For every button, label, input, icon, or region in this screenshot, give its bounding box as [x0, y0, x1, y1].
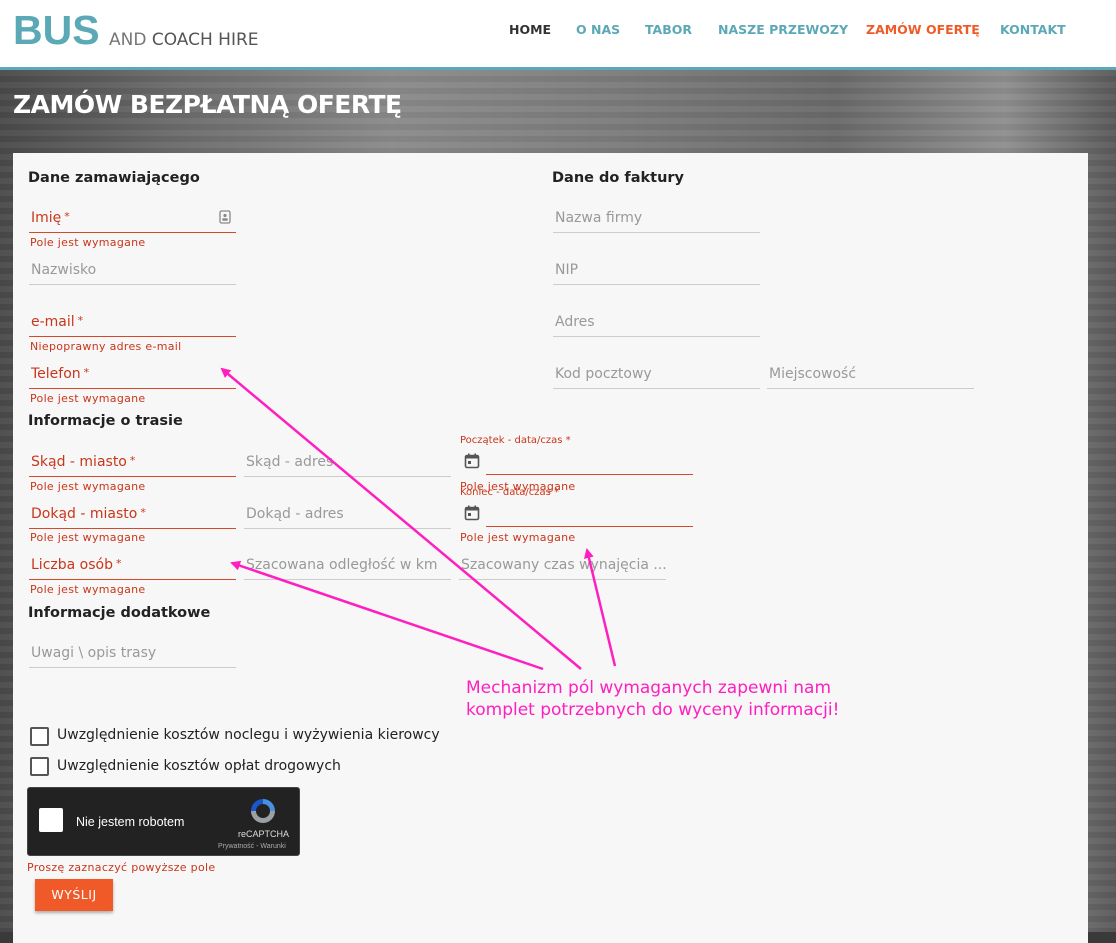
company-label: Nazwa firmy — [555, 210, 643, 226]
city-field[interactable]: Miejscowość — [767, 360, 974, 389]
logo-and: AND — [109, 30, 147, 50]
first-name-field[interactable]: Imię * — [29, 204, 236, 233]
start-date-label-text: Początek - data/czas — [460, 435, 563, 446]
required-star: * — [77, 314, 84, 327]
from-city-label-text: Skąd - miasto — [31, 454, 127, 470]
people-count-label: Liczba osób * — [31, 557, 121, 573]
to-city-field[interactable]: Dokąd - miasto * — [29, 500, 236, 529]
to-city-label-text: Dokąd - miasto — [31, 506, 138, 522]
postal-code-field[interactable]: Kod pocztowy — [553, 360, 760, 389]
first-name-error: Pole jest wymagane — [30, 236, 146, 249]
page-title: ZAMÓW BEZPŁATNĄ OFERTĘ — [13, 90, 402, 119]
required-star: * — [140, 506, 146, 519]
required-star: * — [64, 210, 70, 223]
to-address-label: Dokąd - adres — [246, 506, 344, 522]
address-field[interactable]: Adres — [553, 308, 760, 337]
email-label: e-mail * — [31, 314, 83, 330]
required-star: * — [129, 454, 136, 467]
required-star: * — [554, 487, 560, 498]
notes-label: Uwagi \ opis trasy — [31, 645, 157, 661]
recaptcha-links[interactable]: Prywatność - Warunki — [218, 843, 286, 850]
from-city-error: Pole jest wymagane — [30, 480, 146, 493]
duration-field[interactable]: Szacowany czas wynajęcia ... — [459, 551, 667, 580]
email-error: Niepoprawny adres e-mail — [30, 340, 182, 353]
tolls-checkbox[interactable] — [30, 757, 49, 776]
email-label-text: e-mail — [31, 314, 75, 330]
lodging-checkbox-label[interactable]: Uwzględnienie kosztów noclegu i wyżywien… — [57, 727, 440, 743]
end-datetime-error: Pole jest wymagane — [460, 531, 576, 544]
first-name-label-text: Imię — [31, 210, 62, 226]
end-date-label: Koniec - data/czas * — [460, 487, 559, 498]
duration-label: Szacowany czas wynajęcia ... — [461, 557, 667, 573]
postal-code-label: Kod pocztowy — [555, 366, 652, 382]
recaptcha-logo-icon — [251, 799, 275, 823]
annotation-text: Mechanizm pól wymaganych zapewni nam kom… — [466, 677, 839, 721]
recaptcha-widget: Nie jestem robotem reCAPTCHA Prywatność … — [27, 787, 300, 856]
distance-field[interactable]: Szacowana odległość w km — [244, 551, 451, 580]
from-address-field[interactable]: Skąd - adres — [244, 448, 451, 477]
company-field[interactable]: Nazwa firmy — [553, 204, 760, 233]
phone-label-text: Telefon — [31, 366, 81, 382]
to-city-label: Dokąd - miasto * — [31, 506, 146, 522]
nip-label: NIP — [555, 262, 579, 278]
people-count-label-text: Liczba osób — [31, 557, 113, 573]
nav-nasze-przewozy[interactable]: NASZE PRZEWOZY — [718, 22, 848, 37]
last-name-label: Nazwisko — [31, 262, 97, 278]
tolls-checkbox-label[interactable]: Uwzględnienie kosztów opłat drogowych — [57, 758, 341, 774]
header-bar: BUS AND COACH HIRE HOME O NAS TABOR NASZ… — [0, 0, 1116, 70]
required-star: * — [83, 366, 90, 379]
section-route: Informacje o trasie — [28, 413, 183, 429]
recaptcha-text: Nie jestem robotem — [76, 815, 185, 829]
start-date-label: Początek - data/czas * — [460, 435, 571, 446]
recaptcha-checkbox[interactable] — [39, 808, 63, 832]
end-date-label-text: Koniec - data/czas — [460, 487, 551, 498]
required-star: * — [565, 435, 571, 446]
annotation-line-1: Mechanizm pól wymaganych zapewni nam — [466, 678, 832, 698]
section-extra: Informacje dodatkowe — [28, 605, 211, 621]
required-star: * — [115, 557, 122, 570]
email-field[interactable]: e-mail * — [29, 308, 236, 337]
submit-button[interactable]: WYŚLIJ — [35, 879, 113, 911]
to-address-field[interactable]: Dokąd - adres — [244, 500, 451, 529]
city-label: Miejscowość — [769, 366, 857, 382]
from-city-label: Skąd - miasto * — [31, 454, 135, 470]
contact-card-icon[interactable] — [219, 210, 231, 224]
recaptcha-error: Proszę zaznaczyć powyższe pole — [27, 861, 216, 874]
annotation-line-2: komplet potrzebnych do wyceny informacji… — [466, 700, 840, 720]
people-count-error: Pole jest wymagane — [30, 583, 146, 596]
from-address-label: Skąd - adres — [246, 454, 334, 470]
logo-bus[interactable]: BUS — [13, 6, 100, 54]
calendar-icon[interactable] — [464, 453, 480, 469]
phone-field[interactable]: Telefon * — [29, 360, 236, 389]
section-orderer: Dane zamawiającego — [28, 170, 200, 186]
from-city-field[interactable]: Skąd - miasto * — [29, 448, 236, 477]
nav-o-nas[interactable]: O NAS — [576, 22, 620, 37]
first-name-label: Imię * — [31, 210, 70, 226]
end-datetime-field[interactable] — [486, 498, 693, 527]
lodging-checkbox[interactable] — [30, 727, 49, 746]
nav-zamow-oferte[interactable]: ZAMÓW OFERTĘ — [866, 22, 980, 37]
address-label: Adres — [555, 314, 595, 330]
logo-subtitle: AND COACH HIRE — [109, 30, 259, 50]
nav-kontakt[interactable]: KONTAKT — [1000, 22, 1066, 37]
nav-tabor[interactable]: TABOR — [645, 22, 692, 37]
notes-field[interactable]: Uwagi \ opis trasy — [29, 639, 236, 668]
nav-home[interactable]: HOME — [509, 22, 551, 37]
phone-label: Telefon * — [31, 366, 89, 382]
nip-field[interactable]: NIP — [553, 256, 760, 285]
start-datetime-field[interactable] — [486, 446, 693, 475]
distance-label: Szacowana odległość w km — [246, 557, 438, 573]
logo-coach-hire: COACH HIRE — [151, 30, 259, 50]
last-name-field[interactable]: Nazwisko — [29, 256, 236, 285]
recaptcha-brand: reCAPTCHA — [238, 829, 290, 839]
calendar-icon[interactable] — [464, 505, 480, 521]
section-invoice: Dane do faktury — [552, 170, 685, 186]
phone-error: Pole jest wymagane — [30, 392, 146, 405]
people-count-field[interactable]: Liczba osób * — [29, 551, 236, 580]
to-city-error: Pole jest wymagane — [30, 531, 146, 544]
